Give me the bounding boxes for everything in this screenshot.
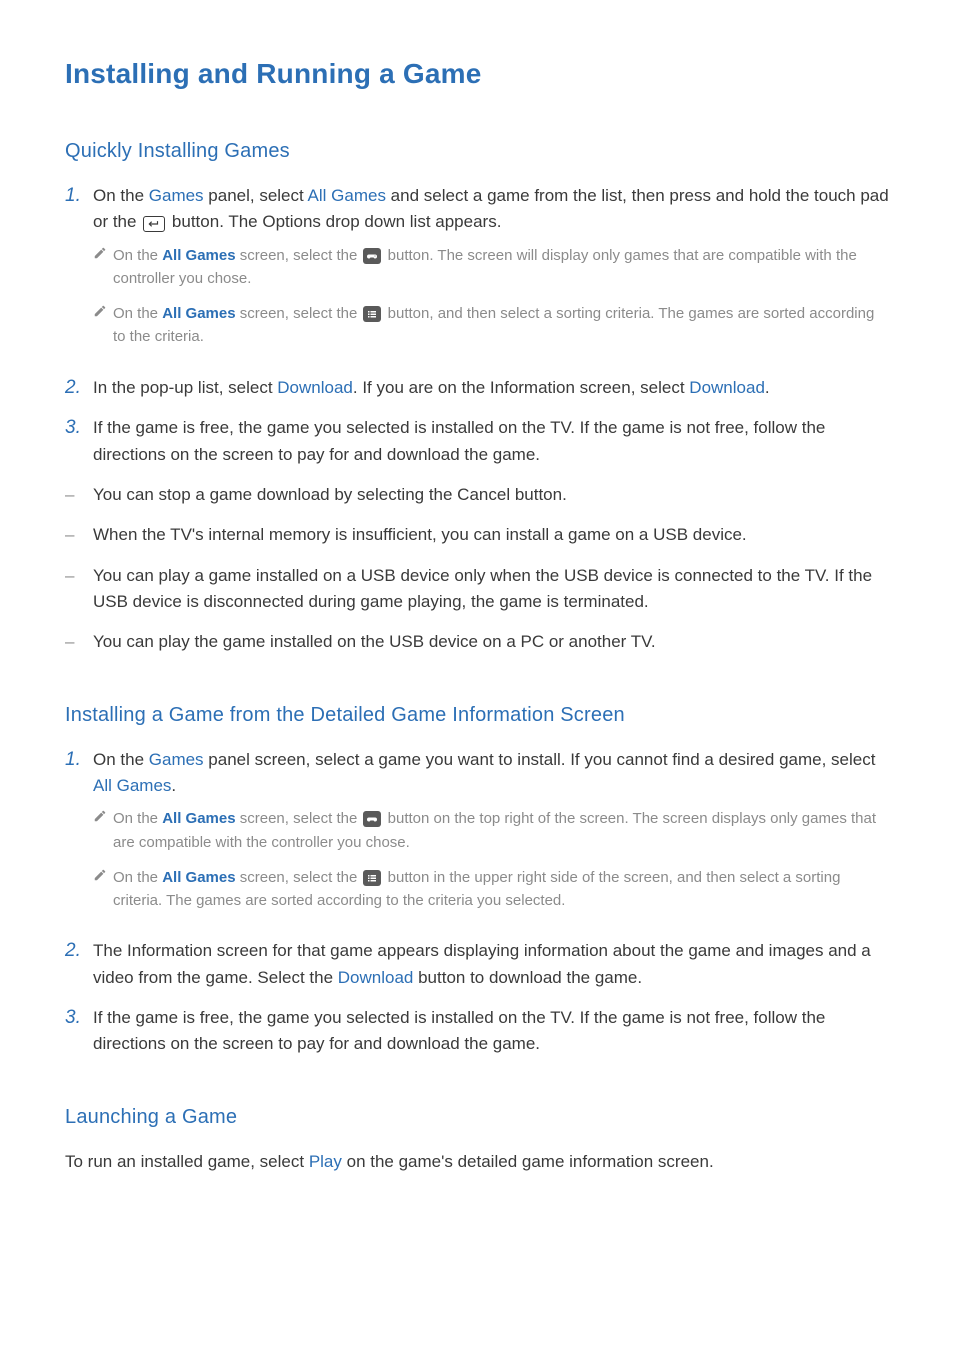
section-detail-install: Installing a Game from the Detailed Game… [65,704,889,1058]
text: screen, select the [236,247,362,264]
text: On the [113,247,162,264]
quick-install-notes: – You can stop a game download by select… [65,482,889,656]
text: on the game's detailed game information … [342,1152,714,1171]
heading-detail-install: Installing a Game from the Detailed Game… [65,704,889,727]
step-number: 1. [65,183,93,361]
text: . If you are on the Information screen, … [353,378,689,397]
text: To run an installed game, select [65,1152,309,1171]
dash-body: You can stop a game download by selectin… [93,482,567,508]
text: . [765,378,770,397]
page-title: Installing and Running a Game [65,58,889,90]
dash-body: You can play a game installed on a USB d… [93,563,889,616]
controller-icon [363,811,381,827]
note-body: On the All Games screen, select the butt… [113,866,889,913]
note-icon [93,302,113,349]
note-list: On the All Games screen, select the butt… [93,807,889,912]
note-icon [93,866,113,913]
text: On the [93,186,149,205]
step-number: 3. [65,1005,93,1058]
note-body: On the All Games screen, select the butt… [113,244,889,291]
keyword-all-games: All Games [162,305,235,322]
note: On the All Games screen, select the butt… [93,807,889,854]
dash-note: – You can stop a game download by select… [65,482,889,508]
keyword-all-games: All Games [162,869,235,886]
page: Installing and Running a Game Quickly In… [0,0,954,1283]
text: button to download the game. [413,968,642,987]
text: screen, select the [236,810,362,827]
step-2: 2. The Information screen for that game … [65,938,889,991]
keyword-all-games: All Games [93,776,171,795]
sort-list-icon [363,870,381,886]
step-body: If the game is free, the game you select… [93,1005,889,1058]
text: On the [113,810,162,827]
step-3: 3. If the game is free, the game you sel… [65,1005,889,1058]
dash-mark: – [65,563,93,616]
keyword-download: Download [277,378,353,397]
keyword-all-games: All Games [162,810,235,827]
step-body: In the pop-up list, select Download. If … [93,375,770,402]
dash-mark: – [65,629,93,655]
text: On the [93,750,149,769]
step-number: 3. [65,415,93,468]
note-icon [93,244,113,291]
dash-body: When the TV's internal memory is insuffi… [93,522,747,548]
step-body: The Information screen for that game app… [93,938,889,991]
dash-note: – You can play a game installed on a USB… [65,563,889,616]
enter-button-icon [143,216,165,232]
section-quick-install: Quickly Installing Games 1. On the Games… [65,140,889,656]
text: button. The Options drop down list appea… [167,212,501,231]
keyword-download: Download [689,378,765,397]
launch-body: To run an installed game, select Play on… [65,1149,889,1175]
text: screen, select the [236,305,362,322]
step-3: 3. If the game is free, the game you sel… [65,415,889,468]
text: On the [113,305,162,322]
keyword-games: Games [149,750,204,769]
note-icon [93,807,113,854]
text: . [171,776,176,795]
step-2: 2. In the pop-up list, select Download. … [65,375,889,402]
note-body: On the All Games screen, select the butt… [113,302,889,349]
step-1: 1. On the Games panel screen, select a g… [65,747,889,925]
dash-body: You can play the game installed on the U… [93,629,656,655]
step-body: If the game is free, the game you select… [93,415,889,468]
keyword-all-games: All Games [162,247,235,264]
section-launch: Launching a Game To run an installed gam… [65,1106,889,1175]
text: panel screen, select a game you want to … [204,750,876,769]
note: On the All Games screen, select the butt… [93,302,889,349]
dash-note: – You can play the game installed on the… [65,629,889,655]
dash-note: – When the TV's internal memory is insuf… [65,522,889,548]
note-list: On the All Games screen, select the butt… [93,244,889,349]
note: On the All Games screen, select the butt… [93,244,889,291]
note-body: On the All Games screen, select the butt… [113,807,889,854]
detail-install-steps: 1. On the Games panel screen, select a g… [65,747,889,1058]
heading-quick-install: Quickly Installing Games [65,140,889,163]
text: screen, select the [236,869,362,886]
text: In the pop-up list, select [93,378,277,397]
keyword-all-games: All Games [308,186,386,205]
keyword-download: Download [338,968,414,987]
note: On the All Games screen, select the butt… [93,866,889,913]
step-number: 1. [65,747,93,925]
quick-install-steps: 1. On the Games panel, select All Games … [65,183,889,468]
dash-mark: – [65,482,93,508]
text: panel, select [204,186,308,205]
step-body: On the Games panel, select All Games and… [93,183,889,361]
controller-icon [363,248,381,264]
step-number: 2. [65,375,93,402]
dash-mark: – [65,522,93,548]
step-body: On the Games panel screen, select a game… [93,747,889,925]
sort-list-icon [363,306,381,322]
step-number: 2. [65,938,93,991]
keyword-play: Play [309,1152,342,1171]
heading-launch: Launching a Game [65,1106,889,1129]
text: On the [113,869,162,886]
step-1: 1. On the Games panel, select All Games … [65,183,889,361]
keyword-games: Games [149,186,204,205]
